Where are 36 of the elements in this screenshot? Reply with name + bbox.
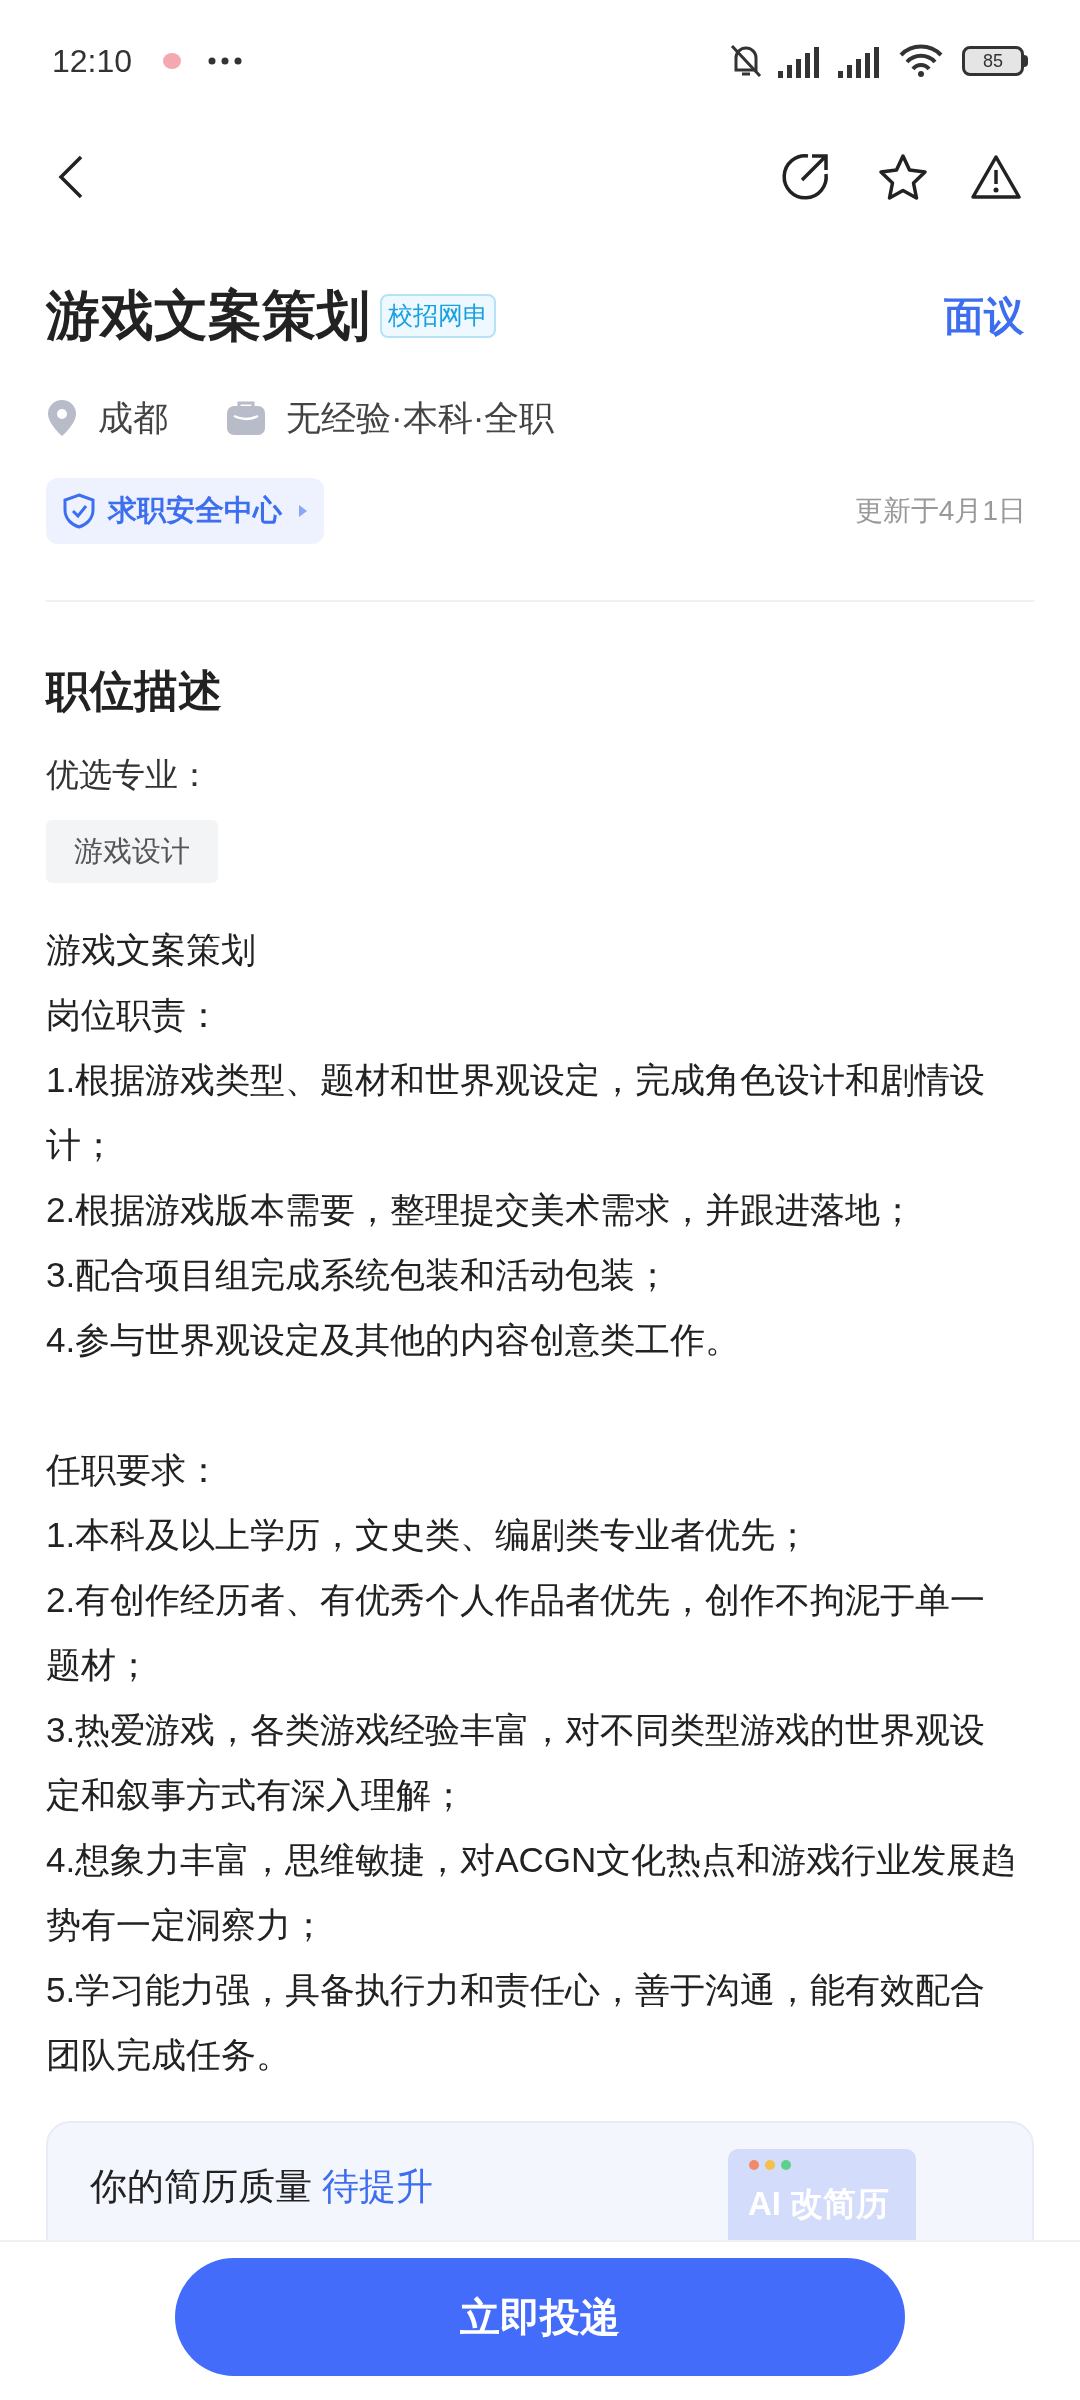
mute-bell-icon [728, 42, 764, 80]
description-text: 2.根据游戏版本需要，整理提交美术需求，并跟进落地； [46, 1189, 917, 1231]
location-text: 成都 [98, 396, 168, 439]
wifi-icon [898, 44, 944, 78]
job-tag: 校招网申 [380, 294, 496, 338]
description-text: 任职要求： [46, 1449, 222, 1491]
job-title: 游戏文案策划 [46, 284, 370, 347]
caret-icon [298, 504, 308, 518]
resume-quality-text: 你的简历质量 待提升 [90, 2165, 434, 2209]
warning-icon[interactable] [970, 154, 1022, 200]
status-time: 12:10 [52, 42, 133, 81]
description-text: 2.有创作经历者、有优秀个人作品者优先，创作不拘泥于单一题材； [46, 1579, 987, 1686]
description-text: 4.想象力丰富，思维敏捷，对ACGN文化热点和游戏行业发展趋势有一定洞察力； [46, 1839, 1018, 1946]
shield-icon [62, 493, 96, 529]
description-text: 3.配合项目组完成系统包装和活动包装； [46, 1254, 672, 1296]
salary: 面议 [944, 292, 1024, 340]
description-text: 5.学习能力强，具备执行力和责任心，善于沟通，能有效配合团队完成任务。 [46, 1969, 987, 2076]
major-label: 优选专业： [46, 755, 212, 795]
updated-date: 更新于4月1日 [854, 494, 1026, 528]
job-requirements: 无经验·本科·全职 [286, 396, 555, 439]
section-heading: 职位描述 [46, 665, 223, 717]
briefcase-icon [226, 399, 266, 436]
description-text: 游戏文案策划 [46, 929, 257, 971]
description-text: 1.根据游戏类型、题材和世界观设定，完成角色设计和剧情设计； [46, 1059, 987, 1166]
description-text: 3.热爱游戏，各类游戏经验丰富，对不同类型游戏的世界观设定和叙事方式有深入理解； [46, 1709, 987, 1816]
description-text: 4.参与世界观设定及其他的内容创意类工作。 [46, 1319, 742, 1361]
description-text: 1.本科及以上学历，文史类、编剧类专业者优先； [46, 1514, 812, 1556]
star-icon[interactable] [878, 153, 928, 201]
description-text: 岗位职责： [46, 994, 222, 1036]
apply-button[interactable]: 立即投递 [175, 2258, 905, 2376]
back-icon[interactable] [58, 154, 84, 200]
safety-center-link[interactable]: 求职安全中心 [46, 478, 324, 544]
major-tag: 游戏设计 [46, 819, 218, 883]
share-icon[interactable] [780, 152, 830, 202]
more-icon [208, 57, 243, 65]
location-pin-icon [46, 397, 78, 438]
